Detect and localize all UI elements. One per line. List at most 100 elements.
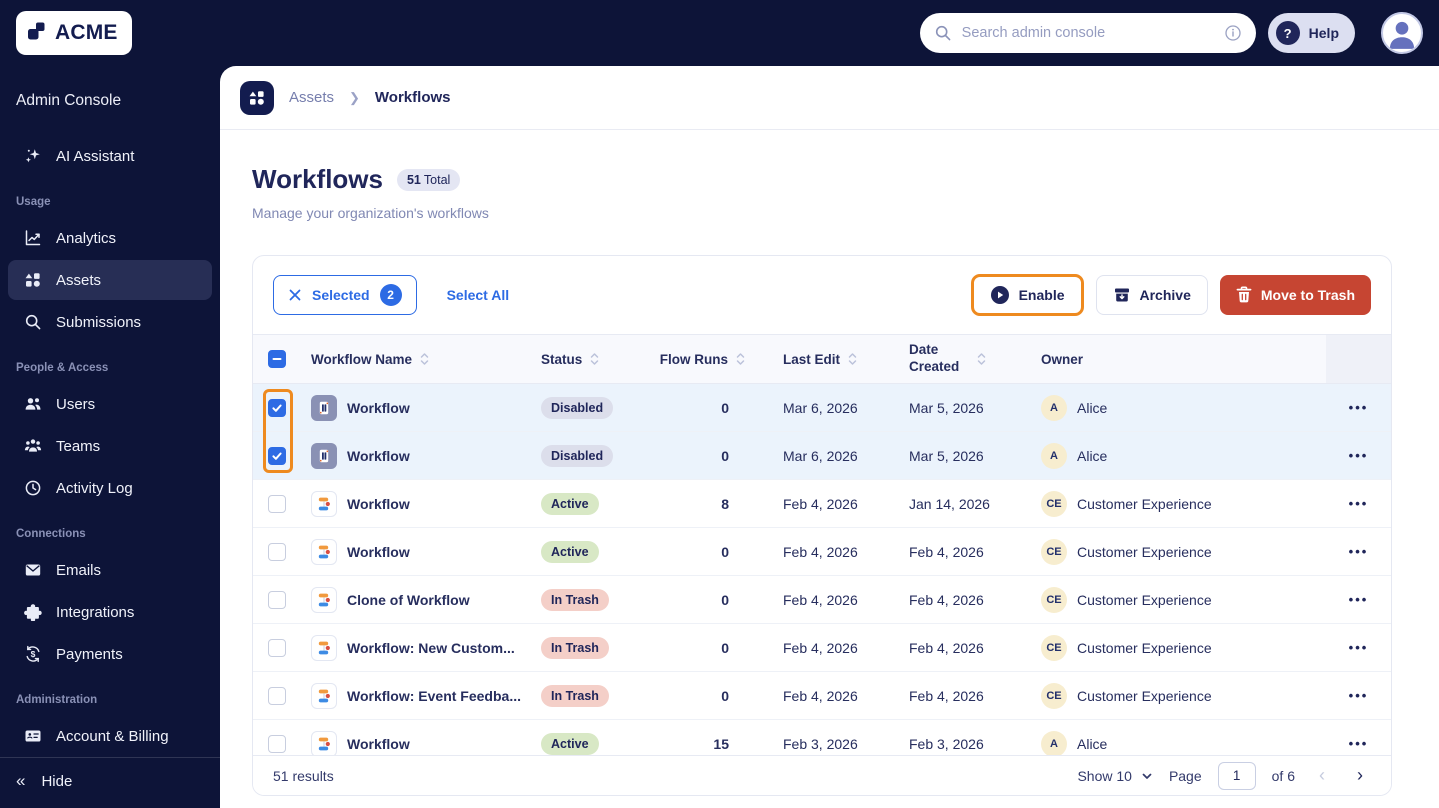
- sidebar-item-emails[interactable]: Emails: [8, 550, 212, 590]
- owner-avatar: CE: [1041, 634, 1067, 661]
- workflow-active-icon: [311, 730, 337, 757]
- sidebar-item-account-billing[interactable]: Account & Billing: [8, 716, 212, 756]
- row-actions-menu[interactable]: •••: [1349, 688, 1369, 703]
- owner-name: Alice: [1077, 735, 1108, 752]
- row-checkbox[interactable]: [268, 494, 286, 513]
- move-to-trash-button[interactable]: Move to Trash: [1219, 275, 1371, 315]
- status-badge: Active: [541, 732, 599, 755]
- sparkles-icon: [24, 147, 42, 165]
- row-checkbox[interactable]: [268, 398, 286, 417]
- sidebar-item-label: Emails: [56, 561, 102, 579]
- sidebar-item-label: Account & Billing: [56, 727, 169, 745]
- sort-icon[interactable]: [590, 351, 599, 367]
- table-row[interactable]: Workflow: Event Feedba... In Trash 0 Feb…: [253, 672, 1391, 720]
- column-header-status[interactable]: Status: [531, 335, 651, 383]
- table-body: Workflow Disabled 0 Mar 6, 2026 Mar 5, 2…: [253, 384, 1391, 768]
- row-checkbox[interactable]: [268, 446, 286, 465]
- breadcrumb-assets-link[interactable]: Assets: [289, 89, 334, 106]
- row-actions-menu[interactable]: •••: [1349, 736, 1369, 751]
- info-icon[interactable]: [1224, 24, 1242, 42]
- table-row[interactable]: Workflow Active 8 Feb 4, 2026 Jan 14, 20…: [253, 480, 1391, 528]
- help-label: Help: [1308, 25, 1339, 41]
- sort-icon[interactable]: [848, 351, 857, 367]
- total-count-badge: 51 Total: [396, 168, 461, 191]
- column-header-flow-runs[interactable]: Flow Runs: [651, 335, 759, 383]
- row-checkbox[interactable]: [268, 638, 286, 657]
- table-row[interactable]: Workflow Disabled 0 Mar 6, 2026 Mar 5, 2…: [253, 432, 1391, 480]
- select-all-checkbox[interactable]: [268, 350, 286, 368]
- flow-runs-cell: 0: [721, 447, 729, 464]
- workflow-active-icon: [311, 586, 337, 613]
- table-row[interactable]: Workflow: New Custom... In Trash 0 Feb 4…: [253, 624, 1391, 672]
- sidebar-item-integrations[interactable]: Integrations: [8, 592, 212, 632]
- enable-button[interactable]: Enable: [973, 277, 1081, 313]
- column-header-name[interactable]: Workflow Name: [301, 335, 531, 383]
- sidebar-item-label: Activity Log: [56, 479, 133, 497]
- last-edit-cell: Feb 4, 2026: [783, 543, 858, 560]
- column-header-last-edit[interactable]: Last Edit: [759, 335, 901, 383]
- sidebar-item-ai-assistant[interactable]: AI Assistant: [8, 136, 212, 176]
- row-checkbox[interactable]: [268, 590, 286, 609]
- table-row[interactable]: Workflow Active 0 Feb 4, 2026 Feb 4, 202…: [253, 528, 1391, 576]
- sidebar-item-payments[interactable]: $ Payments: [8, 634, 212, 674]
- select-all-button[interactable]: Select All: [447, 287, 510, 303]
- next-page-button[interactable]: ›: [1349, 765, 1371, 786]
- page-subtitle: Manage your organization's workflows: [252, 205, 489, 221]
- row-actions-menu[interactable]: •••: [1349, 640, 1369, 655]
- row-actions-menu[interactable]: •••: [1349, 544, 1369, 559]
- sidebar-item-label: Integrations: [56, 603, 135, 621]
- search-input[interactable]: [961, 25, 1214, 41]
- shapes-icon: [24, 271, 42, 289]
- assets-shapes-icon: [240, 80, 274, 115]
- clear-selection-icon[interactable]: [288, 288, 302, 302]
- sidebar-hide-button[interactable]: « Hide: [0, 757, 220, 808]
- row-checkbox[interactable]: [268, 542, 286, 561]
- page-number-input[interactable]: [1217, 761, 1256, 790]
- sidebar-section-administration: Administration: [16, 694, 98, 706]
- sidebar-item-submissions[interactable]: Submissions: [8, 302, 212, 342]
- page-size-select[interactable]: Show 10: [1077, 768, 1152, 784]
- sidebar-item-users[interactable]: Users: [8, 384, 212, 424]
- row-actions-menu[interactable]: •••: [1349, 400, 1369, 415]
- row-actions-menu[interactable]: •••: [1349, 448, 1369, 463]
- row-actions-menu[interactable]: •••: [1349, 496, 1369, 511]
- status-badge: Active: [541, 492, 599, 515]
- previous-page-button[interactable]: ‹: [1311, 765, 1333, 786]
- sort-icon[interactable]: [736, 351, 745, 367]
- sort-icon[interactable]: [420, 351, 429, 367]
- workflow-name: Workflow: Event Feedba...: [347, 687, 521, 704]
- workflow-active-icon: [311, 538, 337, 565]
- workflow-name: Clone of Workflow: [347, 591, 470, 608]
- chevron-down-icon: [1141, 770, 1153, 782]
- column-label: Flow Runs: [659, 351, 728, 367]
- help-button[interactable]: ? Help: [1267, 13, 1355, 53]
- flow-runs-cell: 0: [721, 591, 729, 608]
- archive-button[interactable]: Archive: [1095, 275, 1208, 315]
- selected-filter-chip[interactable]: Selected 2: [273, 275, 417, 315]
- column-label: Last Edit: [783, 351, 841, 367]
- owner-name: Customer Experience: [1077, 687, 1212, 704]
- sidebar-item-assets[interactable]: Assets: [8, 260, 212, 300]
- status-badge: Active: [541, 540, 599, 563]
- breadcrumb: Assets ❯ Workflows: [220, 66, 1439, 130]
- sidebar-item-analytics[interactable]: Analytics: [8, 218, 212, 258]
- acme-logo[interactable]: ACME: [16, 11, 132, 55]
- status-badge: In Trash: [541, 588, 609, 611]
- row-checkbox[interactable]: [268, 686, 286, 705]
- table-row[interactable]: Clone of Workflow In Trash 0 Feb 4, 2026…: [253, 576, 1391, 624]
- svg-text:$: $: [31, 649, 36, 659]
- row-checkbox[interactable]: [268, 734, 286, 753]
- table-header: Workflow Name Status Flow Runs Last Edit…: [253, 334, 1391, 384]
- total-count: 51: [406, 172, 421, 187]
- puzzle-icon: [24, 603, 42, 621]
- column-header-date-created[interactable]: Date Created: [901, 335, 1041, 383]
- status-badge: In Trash: [541, 684, 609, 707]
- workflow-active-icon: [311, 682, 337, 709]
- sidebar-item-activity-log[interactable]: Activity Log: [8, 468, 212, 508]
- sidebar-item-teams[interactable]: Teams: [8, 426, 212, 466]
- row-actions-menu[interactable]: •••: [1349, 592, 1369, 607]
- table-row[interactable]: Workflow Disabled 0 Mar 6, 2026 Mar 5, 2…: [253, 384, 1391, 432]
- page-of-label: of 6: [1271, 767, 1295, 784]
- sort-icon[interactable]: [977, 351, 986, 367]
- user-avatar[interactable]: [1381, 12, 1423, 54]
